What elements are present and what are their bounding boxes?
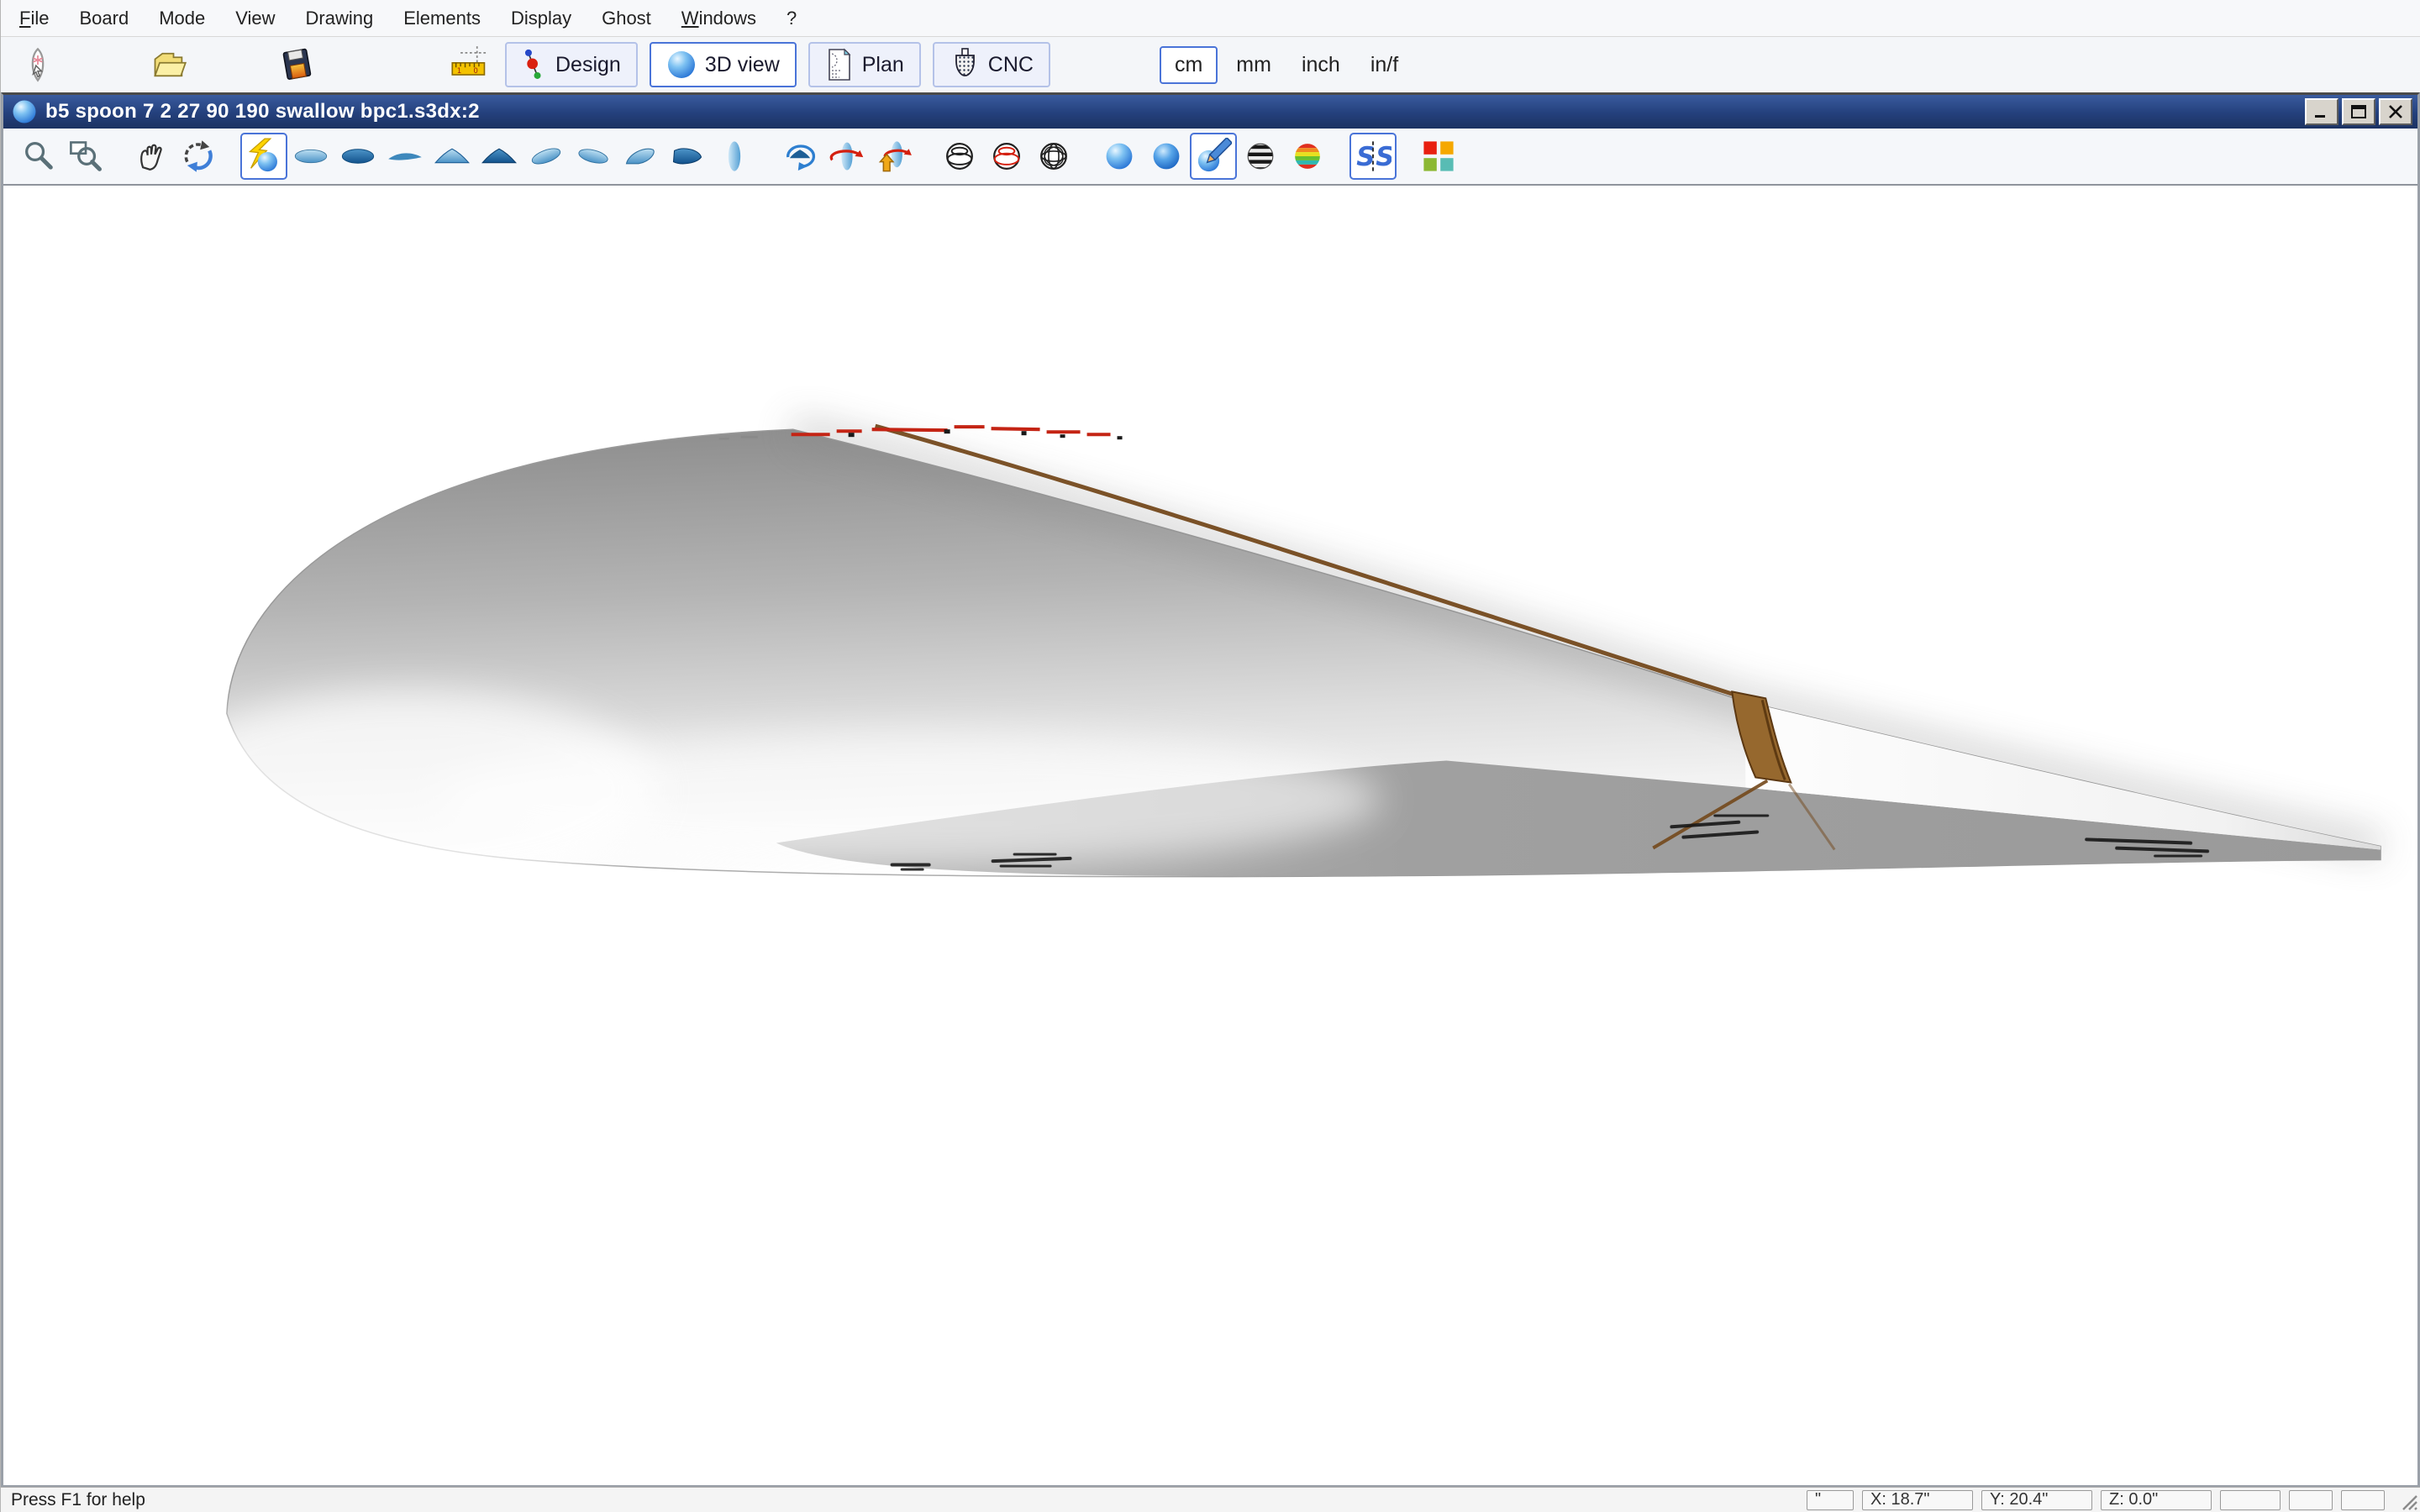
units-selector: cm mm inch in/f [1160,46,1410,84]
pan-icon[interactable] [128,133,175,180]
main-toolbar: 10 Design 3D view Plan CNC cm mm inch in… [1,37,2420,92]
status-empty-panel [2289,1490,2333,1510]
view-tilt-right-icon[interactable] [570,133,617,180]
status-empty-panel [2220,1490,2281,1510]
menu-elements[interactable]: Elements [403,8,481,29]
sphere-solid-dark-icon[interactable] [1143,133,1190,180]
new-board-icon[interactable] [14,41,61,88]
design-mode-button[interactable]: Design [505,42,638,87]
svg-text:1: 1 [457,67,462,76]
application-window: File Board Mode View Drawing Elements Di… [0,0,2420,1512]
zoom-icon[interactable] [15,133,62,180]
board-3d-render [3,186,2417,1485]
cnc-mode-label: CNC [988,53,1034,77]
status-bar: Press F1 for help " X: 18.7" Y: 20.4" Z:… [1,1487,2420,1512]
plan-mode-button[interactable]: Plan [808,42,921,87]
unit-inch[interactable]: inch [1290,48,1352,82]
view-front-light-icon[interactable] [429,133,476,180]
lighting-icon[interactable] [240,133,287,180]
view-perspective-dark-icon[interactable] [664,133,711,180]
close-icon[interactable] [2379,98,2412,125]
zoom-window-icon[interactable] [62,133,109,180]
status-z-coordinate: Z: 0.0" [2101,1490,2212,1510]
view-top-light-icon[interactable] [287,133,334,180]
minimize-icon[interactable] [2305,98,2338,125]
menu-windows[interactable]: Windows [681,8,756,29]
open-folder-icon[interactable] [145,41,192,88]
symmetry-icon[interactable]: SS [1349,133,1397,180]
save-icon[interactable] [273,41,320,88]
window-controls [2305,98,2412,125]
sphere-mesh-icon[interactable] [1030,133,1077,180]
sphere-striped-icon[interactable] [1237,133,1284,180]
color-palette-icon[interactable] [1415,133,1462,180]
menu-ghost[interactable]: Ghost [602,8,651,29]
menu-file[interactable]: File [19,8,49,29]
spin-vertical-lift-icon[interactable] [871,133,918,180]
view-tilt-left-icon[interactable] [523,133,570,180]
unit-cm[interactable]: cm [1160,46,1218,84]
document-titlebar[interactable]: b5 spoon 7 2 27 90 190 swallow bpc1.s3dx… [3,95,2417,129]
design-mode-label: Design [555,53,621,77]
document-window: b5 spoon 7 2 27 90 190 swallow bpc1.s3dx… [1,92,2420,1487]
sphere-paint-icon[interactable] [1190,133,1237,180]
view-end-icon[interactable] [711,133,758,180]
menu-bar: File Board Mode View Drawing Elements Di… [1,0,2420,37]
sphere-wireframe-red-icon[interactable] [983,133,1030,180]
rotate-3d-icon[interactable] [175,133,222,180]
unit-inf[interactable]: in/f [1359,48,1410,82]
spin-horizontal-icon[interactable] [823,133,871,180]
viewport-3d[interactable] [3,186,2417,1485]
view-perspective-light-icon[interactable] [617,133,664,180]
sphere-rainbow-icon[interactable] [1284,133,1331,180]
resize-grip-icon[interactable] [2396,1489,2418,1511]
sphere-wireframe-icon[interactable] [936,133,983,180]
unit-mm[interactable]: mm [1224,48,1283,82]
view-toolbar: SS [3,129,2417,186]
plan-mode-label: Plan [862,53,904,77]
view-rocker-icon[interactable] [381,133,429,180]
status-y-coordinate: Y: 20.4" [1981,1490,2092,1510]
board-sphere-icon [10,97,39,126]
3d-view-mode-button[interactable]: 3D view [650,42,797,87]
menu-board[interactable]: Board [79,8,129,29]
menu-drawing[interactable]: Drawing [306,8,374,29]
view-top-dark-icon[interactable] [334,133,381,180]
sphere-solid-light-icon[interactable] [1096,133,1143,180]
svg-text:0: 0 [473,67,478,76]
status-unit-indicator: " [1807,1490,1854,1510]
status-x-coordinate: X: 18.7" [1862,1490,1973,1510]
menu-view[interactable]: View [235,8,275,29]
status-panels: " X: 18.7" Y: 20.4" Z: 0.0" [1807,1490,2385,1510]
status-empty-panel [2341,1490,2385,1510]
3d-view-mode-label: 3D view [705,53,780,77]
menu-help[interactable]: ? [786,8,797,29]
svg-text:S: S [1376,142,1392,172]
view-front-dark-icon[interactable] [476,133,523,180]
menu-display[interactable]: Display [511,8,571,29]
status-help-text: Press F1 for help [1,1490,1807,1510]
menu-mode[interactable]: Mode [159,8,205,29]
document-title: b5 spoon 7 2 27 90 190 swallow bpc1.s3dx… [45,100,2305,123]
auto-rotate-icon[interactable] [776,133,823,180]
maximize-icon[interactable] [2342,98,2375,125]
measurements-icon[interactable]: 10 [446,41,493,88]
cnc-mode-button[interactable]: CNC [933,42,1050,87]
